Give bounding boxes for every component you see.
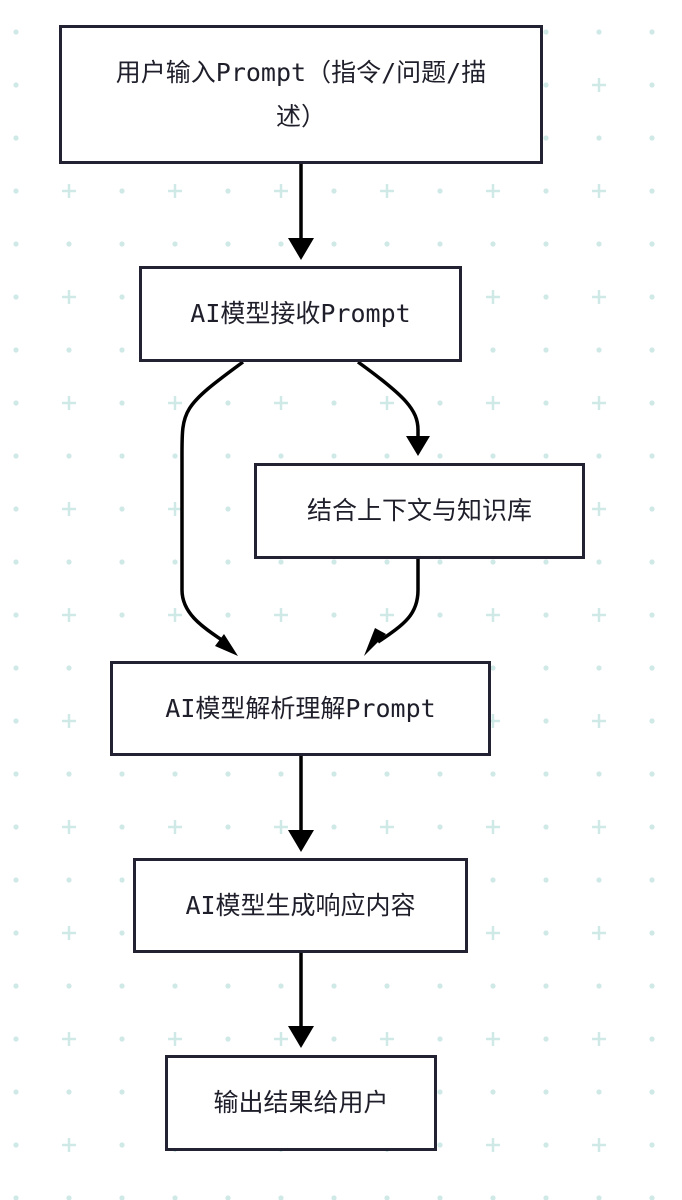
edge-receive-to-context (356, 360, 420, 440)
node-model-receive-label: AI模型接收Prompt (190, 299, 411, 328)
node-user-input-label: 用户输入Prompt（指令/问题/描述） (115, 57, 487, 131)
node-context-knowledge: 结合上下文与知识库 (254, 463, 585, 559)
node-model-generate: AI模型生成响应内容 (133, 858, 468, 953)
node-model-parse-label: AI模型解析理解Prompt (165, 693, 436, 723)
node-model-receive: AI模型接收Prompt (139, 266, 462, 362)
node-output-result-label: 输出结果给用户 (213, 1088, 389, 1117)
node-output-result: 输出结果给用户 (165, 1055, 437, 1151)
edge-context-to-parse (377, 559, 420, 644)
node-user-input: 用户输入Prompt（指令/问题/描述） (59, 25, 543, 164)
arrowhead-input-to-receive (288, 238, 314, 260)
node-model-generate-label: AI模型生成响应内容 (185, 890, 416, 920)
edge-layer (180, 164, 430, 1048)
node-context-knowledge-label: 结合上下文与知识库 (306, 496, 532, 525)
arrowhead-generate-to-output (288, 1026, 314, 1048)
arrowhead-receive-to-context (406, 436, 430, 456)
node-model-parse: AI模型解析理解Prompt (110, 661, 491, 756)
edge-receive-to-parse (180, 360, 245, 644)
arrowhead-parse-to-generate (288, 830, 314, 852)
diagram-canvas: 用户输入Prompt（指令/问题/描述） AI模型接收Prompt 结合上下文与… (0, 0, 682, 1200)
arrowhead-context-to-parse (364, 628, 386, 656)
